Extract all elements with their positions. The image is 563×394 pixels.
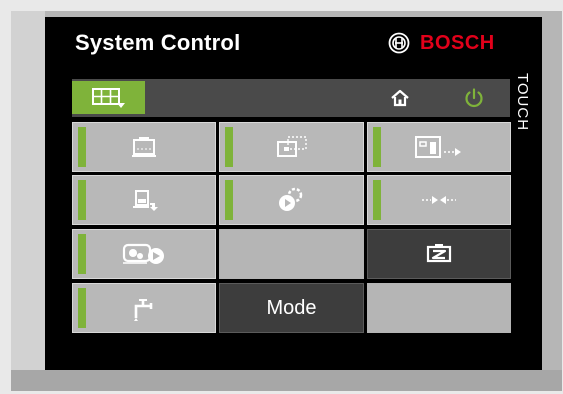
tile-cabinet-arrow[interactable] [367, 122, 511, 172]
bosch-logo-icon [388, 32, 410, 54]
home-button[interactable] [386, 84, 414, 112]
converge-arrows-icon [419, 190, 459, 210]
status-led [225, 180, 233, 220]
table-menu-icon [91, 86, 127, 110]
tile-empty-slot [367, 283, 511, 333]
bezel-left-edge [11, 11, 45, 391]
toolbar [72, 79, 510, 117]
bezel-bottom-edge [11, 370, 562, 391]
brand-name: BOSCH [420, 31, 495, 54]
tile-water-tap[interactable] [72, 283, 216, 333]
play-gear-icon [276, 186, 308, 214]
battery-status-icon [423, 241, 455, 267]
cabinet-arrow-icon [413, 134, 465, 160]
tile-battery-status[interactable] [367, 229, 511, 279]
tile-machine[interactable] [72, 122, 216, 172]
status-led [78, 234, 86, 274]
tile-load-machine[interactable] [72, 175, 216, 225]
module-transfer-icon [272, 134, 312, 160]
status-led [78, 288, 86, 328]
status-led [373, 127, 381, 167]
touch-label: TOUCH [514, 73, 531, 132]
power-button[interactable] [460, 84, 488, 112]
page-title: System Control [75, 30, 241, 55]
brand: BOSCH [388, 29, 495, 57]
power-icon [463, 87, 485, 109]
tile-converge-arrows[interactable] [367, 175, 511, 225]
status-led [78, 127, 86, 167]
tile-start-cycle[interactable] [72, 229, 216, 279]
load-machine-icon [129, 187, 159, 213]
status-led [78, 180, 86, 220]
status-led [373, 180, 381, 220]
mode-label: Mode [266, 296, 317, 319]
tile-empty-slot [219, 229, 364, 279]
home-icon [390, 88, 410, 108]
machine-icon [128, 134, 160, 160]
water-tap-icon [129, 294, 159, 322]
mode-button[interactable]: Mode [219, 283, 364, 333]
tile-module-transfer[interactable] [219, 122, 364, 172]
status-led [225, 127, 233, 167]
table-menu-button[interactable] [72, 81, 145, 114]
start-cycle-icon [121, 241, 167, 267]
tile-play-gear[interactable] [219, 175, 364, 225]
